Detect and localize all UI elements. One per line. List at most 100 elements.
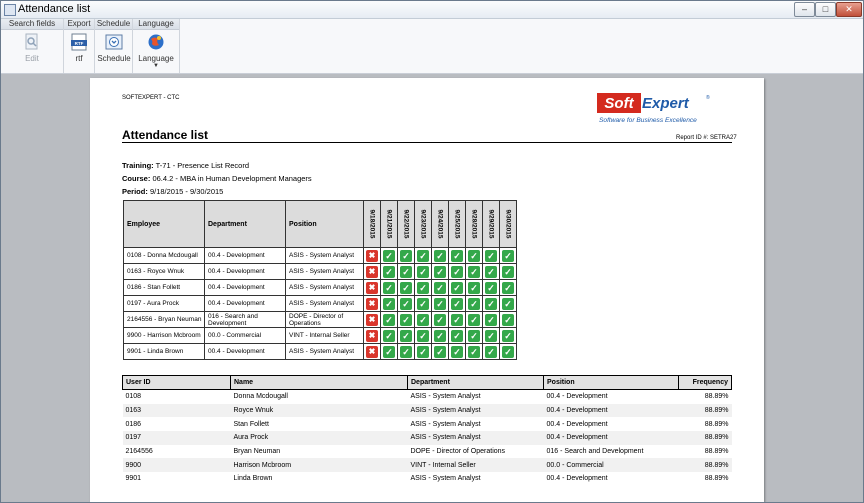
globe-icon [147,33,165,51]
user-department-cell: ASIS - System Analyst [410,393,481,401]
user-department-cell: ASIS - System Analyst [410,475,481,483]
attendance-mark-cell: ✓ [431,343,449,360]
close-button[interactable]: ✕ [836,2,862,17]
present-check-icon: ✓ [417,265,429,278]
attendance-mark-cell: ✖ [363,295,381,312]
attendance-position-cell: ASIS - System Analyst [285,263,364,280]
attendance-mark-cell: ✓ [380,327,398,344]
schedule-label: Schedule [97,54,131,63]
user-user-id-cell: 9901 [125,475,142,483]
present-check-icon: ✓ [417,297,429,310]
attendance-mark-cell: ✓ [414,311,432,328]
rtf-export-button[interactable]: RTF rtf [61,31,97,71]
softexpert-logo: Soft Expert ® Software for Business Exce… [593,91,713,129]
attendance-mark-cell: ✓ [397,311,415,328]
attendance-mark-cell: ✓ [431,279,449,296]
edit-button: Edit [14,31,50,71]
user-row: 2164556 Bryan Neuman DOPE - Director of Op… [123,445,732,459]
present-check-icon: ✓ [417,345,429,358]
user-user-id-cell: 0186 [125,420,142,428]
present-check-icon: ✓ [468,281,480,294]
user-frequency-cell: 88.89% [704,448,729,456]
attendance-mark-cell: ✓ [397,247,415,264]
user-name-cell: Aura Prock [230,431,408,445]
attendance-mark-cell: ✓ [431,295,449,312]
group-label[interactable]: Schedule [95,19,132,30]
maximize-button[interactable]: □ [815,2,836,17]
company-name: SOFTEXPERT - CTC [122,95,180,101]
report-viewer[interactable]: SOFTEXPERT - CTC Soft Expert ® Software … [1,74,863,502]
present-check-icon: ✓ [502,265,514,278]
user-frequency-cell: 88.89% [678,431,732,445]
attendance-mark-cell: ✓ [380,247,398,264]
absent-x-icon: ✖ [366,313,378,326]
department-header: Department [204,200,286,248]
user-row: 0186 Stan Follett ASIS - System Analyst 00.… [123,417,732,431]
user-id-header: User ID [122,375,231,390]
course-info: Course: 06.4.2 - MBA in Human Developmen… [122,174,312,183]
attendance-mark-cell: ✓ [465,279,483,296]
absent-x-icon: ✖ [366,345,378,358]
attendance-row: 0163 - Royce Wnuk 00.4 - Development ASIS … [123,263,517,280]
attendance-mark-cell: ✓ [499,311,517,328]
position-col-header: Position [543,375,679,390]
attendance-department-cell: 00.4 - Development [204,343,286,360]
department-col-header: Department [407,375,544,390]
present-check-icon: ✓ [383,249,395,262]
present-check-icon: ✓ [468,265,480,278]
present-check-icon: ✓ [400,281,412,294]
date-header: 9/30/2015 [499,200,517,248]
group-label[interactable]: Language [133,19,179,30]
group-label[interactable]: Export [64,19,94,30]
present-check-icon: ✓ [451,345,463,358]
user-position-cell: 00.4 - Development [546,420,608,428]
attendance-mark-cell: ✖ [363,327,381,344]
attendance-mark-cell: ✓ [397,263,415,280]
user-name-cell: Linda Brown [233,475,273,483]
date-header: 9/29/2015 [482,200,500,248]
present-check-icon: ✓ [383,297,395,310]
attendance-mark-cell: ✓ [431,327,449,344]
title-divider [122,142,732,143]
user-user-id-cell: 0197 [122,431,231,445]
present-check-icon: ✓ [383,281,395,294]
minimize-button[interactable]: – [794,2,815,17]
attendance-mark-cell: ✓ [431,311,449,328]
dropdown-arrow-icon[interactable]: ▼ [138,63,174,69]
attendance-mark-cell: ✓ [431,263,449,280]
present-check-icon: ✓ [485,345,497,358]
present-check-icon: ✓ [434,265,446,278]
present-check-icon: ✓ [451,265,463,278]
user-position-cell: 016 - Search and Development [546,448,644,456]
user-department-cell: ASIS - System Analyst [410,420,481,428]
present-check-icon: ✓ [451,249,463,262]
schedule-icon [105,33,123,51]
schedule-button[interactable]: Schedule [96,31,132,71]
present-check-icon: ✓ [417,249,429,262]
absent-x-icon: ✖ [366,329,378,342]
attendance-position-cell: VINT - Internal Seller [285,327,364,344]
present-check-icon: ✓ [502,249,514,262]
attendance-mark-cell: ✓ [499,343,517,360]
svg-text:Software for Business Excellen: Software for Business Excellence [599,117,697,124]
title-bar[interactable]: Attendance list – □ ✕ [1,1,863,19]
user-row: 9900 Harrison Mcbroom VINT - Internal Sell… [122,458,732,473]
frequency-header: Frequency [678,375,732,390]
user-department-cell: VINT - Internal Seller [407,458,544,473]
attendance-mark-cell: ✓ [397,343,415,360]
attendance-mark-cell: ✓ [380,263,398,280]
language-button[interactable]: Language ▼ [138,31,174,71]
attendance-position-cell: ASIS - System Analyst [285,247,364,264]
present-check-icon: ✓ [400,345,412,358]
rtf-label: rtf [75,54,83,63]
user-user-id-cell: 2164556 [125,448,153,456]
present-check-icon: ✓ [502,329,514,342]
present-check-icon: ✓ [502,297,514,310]
present-check-icon: ✓ [417,329,429,342]
group-label[interactable]: Search fields [1,19,63,30]
present-check-icon: ✓ [485,329,497,342]
position-header: Position [285,200,364,248]
report-title: Attendance list [122,128,209,142]
present-check-icon: ✓ [485,297,497,310]
attendance-window: Attendance list – □ ✕ Search fields Edit… [0,0,864,503]
